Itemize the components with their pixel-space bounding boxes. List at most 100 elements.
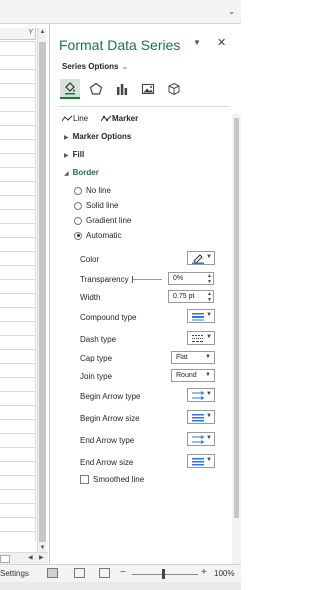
chevron-down-icon: ▼ — [206, 457, 212, 463]
zoom-in-icon[interactable]: + — [201, 567, 207, 578]
arrow-type-icon — [192, 435, 205, 444]
scroll-right-icon[interactable]: ▶ — [39, 554, 44, 561]
arrow-size-icon — [192, 414, 204, 422]
effects-pentagon-icon[interactable] — [86, 79, 106, 99]
smoothed-line-label: Smoothed line — [93, 475, 145, 484]
chevron-down-icon: ▼ — [205, 372, 211, 378]
arrow-size-icon — [192, 458, 204, 466]
column-header[interactable]: Y — [0, 28, 36, 40]
settings-label[interactable]: Settings — [0, 569, 29, 578]
section-fill[interactable]: ▶ Fill — [64, 150, 84, 159]
scroll-up-icon[interactable]: ▲ — [39, 28, 46, 36]
compound-lines-icon — [192, 313, 204, 321]
chevron-down-icon: ⌄ — [121, 62, 129, 71]
end-arrow-type-button[interactable]: ▼ — [187, 432, 215, 446]
width-value[interactable]: 0.75 pt — [173, 293, 194, 300]
radio-circle[interactable] — [74, 201, 82, 210]
width-label: Width — [80, 293, 101, 302]
section-fill-label: Fill — [72, 150, 85, 159]
radio-label: Automatic — [86, 231, 122, 240]
pane-title: Format Data Series — [59, 37, 181, 53]
series-options-dropdown[interactable]: Series Options ⌄ — [62, 62, 128, 71]
dash-type-button[interactable]: ▼ — [187, 331, 215, 345]
radio-solid-line[interactable]: Solid line — [74, 201, 118, 210]
chevron-down-icon: ▼ — [206, 312, 212, 318]
series-options-label: Series Options — [62, 62, 119, 71]
begin-arrow-size-label: Begin Arrow size — [80, 414, 140, 423]
transparency-spinner[interactable]: 0% ▲ ▼ — [168, 272, 214, 285]
zoom-slider[interactable] — [132, 574, 198, 575]
chevron-down-icon: ▼ — [205, 354, 211, 360]
pane-options-icon[interactable]: ▼ — [193, 38, 201, 47]
arrow-type-icon — [192, 391, 205, 400]
section-border[interactable]: ◢ Border — [64, 168, 99, 177]
compound-type-button[interactable]: ▼ — [187, 309, 215, 323]
cap-type-select[interactable]: Flat ▼ — [171, 351, 215, 364]
chevron-down-icon: ▼ — [206, 413, 212, 419]
marker-icon — [100, 115, 112, 122]
zoom-out-icon[interactable]: − — [120, 567, 126, 578]
spinner-arrows-icon[interactable]: ▲ ▼ — [207, 273, 212, 285]
width-spinner[interactable]: 0.75 pt ▲ ▼ — [168, 290, 214, 303]
color-picker-button[interactable]: ▼ — [187, 251, 215, 265]
pane-scrollbar[interactable] — [232, 114, 241, 564]
chevron-down-icon[interactable]: ⌄ — [228, 7, 235, 16]
horizontal-scrollbar[interactable]: ◀ ▶ — [0, 552, 48, 564]
radio-automatic[interactable]: Automatic — [74, 231, 122, 240]
vertical-scrollbar[interactable]: ▲ ▼ — [37, 28, 46, 552]
checkbox-box[interactable] — [80, 475, 89, 484]
cap-type-label: Cap type — [80, 354, 113, 363]
zoom-level[interactable]: 100% — [214, 569, 234, 578]
scroll-left-icon[interactable]: ◀ — [28, 554, 33, 561]
chevron-down-icon: ▼ — [206, 334, 212, 340]
radio-circle[interactable] — [74, 186, 82, 195]
spinner-arrows-icon[interactable]: ▲ ▼ — [207, 291, 212, 303]
section-marker-options[interactable]: ▶ Marker Options — [64, 132, 131, 141]
picture-icon[interactable] — [138, 79, 158, 99]
radio-no-line[interactable]: No line — [74, 186, 111, 195]
radio-label: Gradient line — [86, 216, 132, 225]
end-arrow-size-button[interactable]: ▼ — [187, 454, 215, 468]
scroll-thumb[interactable] — [0, 555, 10, 563]
3d-cube-icon[interactable] — [164, 79, 184, 99]
begin-arrow-size-button[interactable]: ▼ — [187, 410, 215, 424]
section-marker-options-label: Marker Options — [72, 132, 132, 141]
chevron-down-icon: ▼ — [206, 391, 212, 397]
worksheet-area[interactable]: Y ▲ ▼ — [0, 24, 48, 552]
line-icon — [61, 115, 73, 122]
scroll-down-icon[interactable]: ▼ — [39, 544, 46, 552]
series-options-bars-icon[interactable] — [112, 79, 132, 99]
transparency-value[interactable]: 0% — [173, 275, 183, 282]
join-type-select[interactable]: Round ▼ — [171, 369, 215, 382]
tab-line[interactable]: Line — [61, 114, 88, 123]
smoothed-line-checkbox[interactable]: Smoothed line — [80, 475, 144, 484]
color-label: Color — [80, 255, 100, 264]
close-icon[interactable]: ✕ — [217, 36, 226, 49]
scroll-thumb[interactable] — [234, 118, 239, 518]
scroll-thumb[interactable] — [39, 42, 46, 542]
format-data-series-pane: Format Data Series ▼ ✕ Series Options ⌄ L… — [49, 24, 241, 564]
divider — [58, 106, 230, 107]
slider-knob[interactable] — [132, 276, 133, 283]
page-break-view-icon[interactable] — [99, 568, 110, 578]
radio-gradient-line[interactable]: Gradient line — [74, 216, 131, 225]
tab-line-label: Line — [73, 114, 89, 123]
zoom-slider-knob[interactable] — [162, 569, 165, 579]
tab-marker-label: Marker — [112, 114, 139, 123]
radio-label: No line — [86, 186, 111, 195]
cell-grid[interactable] — [0, 41, 36, 541]
join-type-value: Round — [176, 372, 197, 379]
transparency-slider[interactable] — [132, 276, 162, 283]
normal-view-icon[interactable] — [47, 568, 58, 578]
radio-circle[interactable] — [74, 216, 82, 225]
taskbar-strip — [0, 582, 241, 590]
fill-line-icon[interactable] — [60, 79, 80, 99]
chevron-down-icon: ◢ — [64, 171, 69, 177]
begin-arrow-type-button[interactable]: ▼ — [187, 388, 215, 402]
page-layout-view-icon[interactable] — [74, 568, 85, 578]
tab-marker[interactable]: Marker — [100, 114, 138, 123]
chevron-right-icon: ▶ — [64, 135, 69, 141]
radio-circle[interactable] — [74, 231, 82, 240]
pen-color-icon — [192, 254, 204, 264]
radio-label: Solid line — [86, 201, 119, 210]
